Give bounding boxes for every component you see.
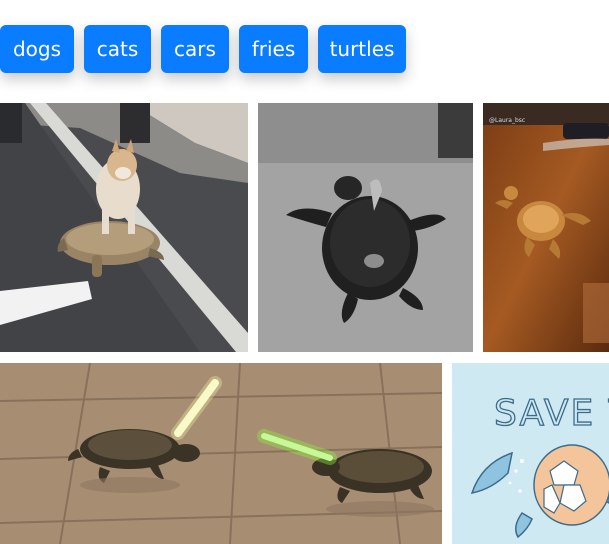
turtle-image [258, 103, 473, 352]
tag-cars-button[interactable]: cars [161, 25, 229, 73]
gif-tile-turtle-on-table[interactable]: @Laura_bsc [483, 103, 609, 352]
gif-caption: @Laura_bsc [489, 117, 526, 124]
turtle-image [483, 103, 609, 352]
save-the-text: SAVE TH [494, 393, 609, 434]
gif-tile-dog-on-tortoise[interactable] [0, 103, 248, 352]
gif-tile-turtles-lightsabers[interactable] [0, 363, 442, 544]
tag-cats-button[interactable]: cats [84, 25, 151, 73]
gif-tile-black-turtle[interactable] [258, 103, 473, 352]
tag-turtles-button[interactable]: turtles [318, 25, 406, 73]
turtle-illustration-image: SAVE TH [452, 363, 609, 544]
gif-tile-save-turtles[interactable]: SAVE TH [452, 363, 609, 544]
dog-on-tortoise-image [0, 103, 248, 352]
tag-dogs-button[interactable]: dogs [0, 25, 74, 73]
turtles-lightsabers-image [0, 363, 442, 544]
tag-fries-button[interactable]: fries [239, 25, 308, 73]
